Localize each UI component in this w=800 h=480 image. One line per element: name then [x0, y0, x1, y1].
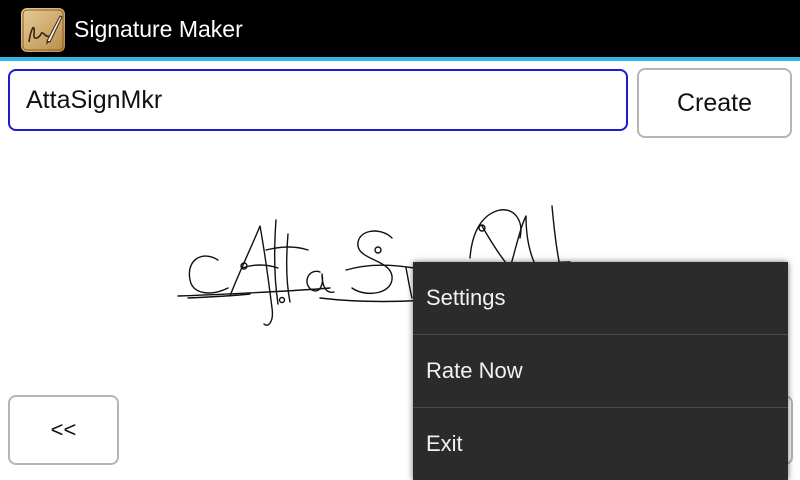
quill-signature-icon[interactable]: [21, 8, 65, 52]
action-bar-divider: [0, 57, 800, 61]
create-button[interactable]: Create: [637, 68, 792, 138]
overflow-menu: Settings Rate Now Exit: [413, 262, 788, 480]
menu-item-rate-now[interactable]: Rate Now: [413, 335, 788, 407]
signature-name-input[interactable]: [8, 69, 628, 131]
signature-maker-screen: Signature Maker Create: [0, 0, 800, 480]
previous-style-button[interactable]: <<: [8, 395, 119, 465]
menu-item-exit[interactable]: Exit: [413, 408, 788, 480]
action-bar: Signature Maker: [0, 0, 800, 57]
app-title: Signature Maker: [74, 16, 243, 42]
menu-item-settings[interactable]: Settings: [413, 262, 788, 334]
